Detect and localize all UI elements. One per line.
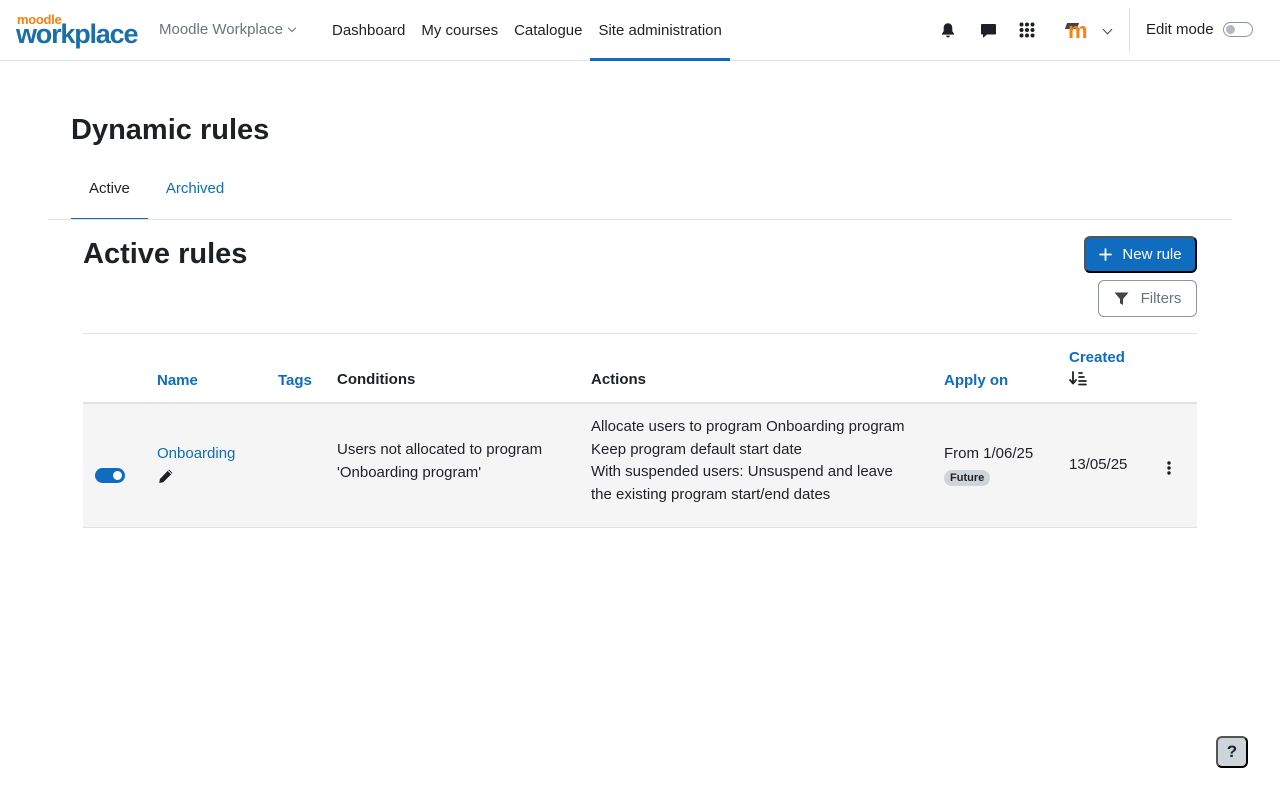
new-rule-button[interactable]: New rule xyxy=(1084,236,1197,273)
edit-mode-label: Edit mode xyxy=(1146,21,1214,38)
filters-button[interactable]: Filters xyxy=(1098,280,1197,317)
column-header-created[interactable]: Created xyxy=(1069,349,1125,366)
column-header-conditions: Conditions xyxy=(337,371,416,388)
action-line: the existing program start/end dates xyxy=(591,485,831,503)
navbar-divider xyxy=(1129,8,1130,52)
primary-navigation: Dashboard My courses Catalogue Site admi… xyxy=(324,0,731,61)
plus-icon xyxy=(1099,248,1113,261)
action-line: Allocate users to program Onboarding pro… xyxy=(591,418,905,435)
column-header-tags[interactable]: Tags xyxy=(278,372,312,389)
messages-chat-icon[interactable] xyxy=(978,20,998,40)
table-row: Onboarding Users not allocated to progra… xyxy=(83,404,1197,528)
notifications-bell-icon[interactable] xyxy=(938,20,958,40)
condition-line: Users not allocated to program xyxy=(337,441,543,458)
page-title: Dynamic rules xyxy=(71,114,270,146)
rule-name-link[interactable]: Onboarding xyxy=(157,443,235,466)
column-header-name[interactable]: Name xyxy=(157,372,198,389)
nav-my-courses[interactable]: My courses xyxy=(413,0,506,61)
rule-tabs: Active Archived xyxy=(71,170,242,220)
chevron-down-icon xyxy=(1102,24,1113,35)
moodle-workplace-logo[interactable]: moodle workplace xyxy=(16,13,138,49)
toggle-knob xyxy=(113,471,122,480)
logo-bottom-text: workplace xyxy=(16,19,138,49)
column-header-apply-on[interactable]: Apply on xyxy=(944,372,1008,389)
action-line: With suspended users: Unsuspend and leav… xyxy=(591,463,893,480)
edit-pencil-icon[interactable] xyxy=(158,468,174,492)
action-line: Keep program default start date xyxy=(591,440,802,458)
nav-catalogue[interactable]: Catalogue xyxy=(506,0,590,61)
sort-descending-icon[interactable] xyxy=(1069,371,1087,390)
navbar: moodle workplace Moodle Workplace Dashbo… xyxy=(0,0,1280,61)
rules-table: Name Tags Conditions Actions Apply on Cr… xyxy=(83,333,1197,528)
toggle-knob xyxy=(1226,25,1235,34)
tabs-divider xyxy=(48,219,1232,220)
user-menu[interactable]: m xyxy=(1064,18,1116,44)
status-badge: Future xyxy=(944,469,991,486)
table-header: Name Tags Conditions Actions Apply on Cr… xyxy=(83,334,1197,404)
edit-mode-toggle[interactable] xyxy=(1223,22,1253,37)
section-title: Active rules xyxy=(83,238,248,270)
rule-created-date: 13/05/25 xyxy=(1069,456,1128,473)
rule-conditions: Users not allocated to program 'Onboardi… xyxy=(337,439,542,484)
new-rule-label: New rule xyxy=(1122,246,1182,263)
column-header-actions: Actions xyxy=(591,371,647,388)
chevron-down-icon xyxy=(287,23,297,32)
rule-actions: Allocate users to program Onboarding pro… xyxy=(591,416,905,506)
filters-label: Filters xyxy=(1140,290,1182,307)
help-button[interactable]: ? xyxy=(1216,736,1248,768)
tab-active[interactable]: Active xyxy=(71,170,148,220)
rule-enabled-toggle[interactable] xyxy=(95,468,125,483)
apps-grid-icon[interactable] xyxy=(1017,20,1037,40)
user-avatar: m xyxy=(1068,18,1088,43)
apply-on-date: From 1/06/25 xyxy=(944,445,1034,462)
rule-apply-on: From 1/06/25 Future xyxy=(944,443,1033,488)
site-selector-label: Moodle Workplace xyxy=(159,21,283,38)
nav-dashboard[interactable]: Dashboard xyxy=(324,0,413,61)
tab-archived[interactable]: Archived xyxy=(148,170,242,220)
nav-site-administration[interactable]: Site administration xyxy=(590,0,731,61)
site-selector-dropdown[interactable]: Moodle Workplace xyxy=(159,21,297,38)
filter-icon xyxy=(1114,292,1129,305)
kebab-menu-icon[interactable] xyxy=(1166,460,1172,475)
condition-line: 'Onboarding program' xyxy=(337,463,482,481)
